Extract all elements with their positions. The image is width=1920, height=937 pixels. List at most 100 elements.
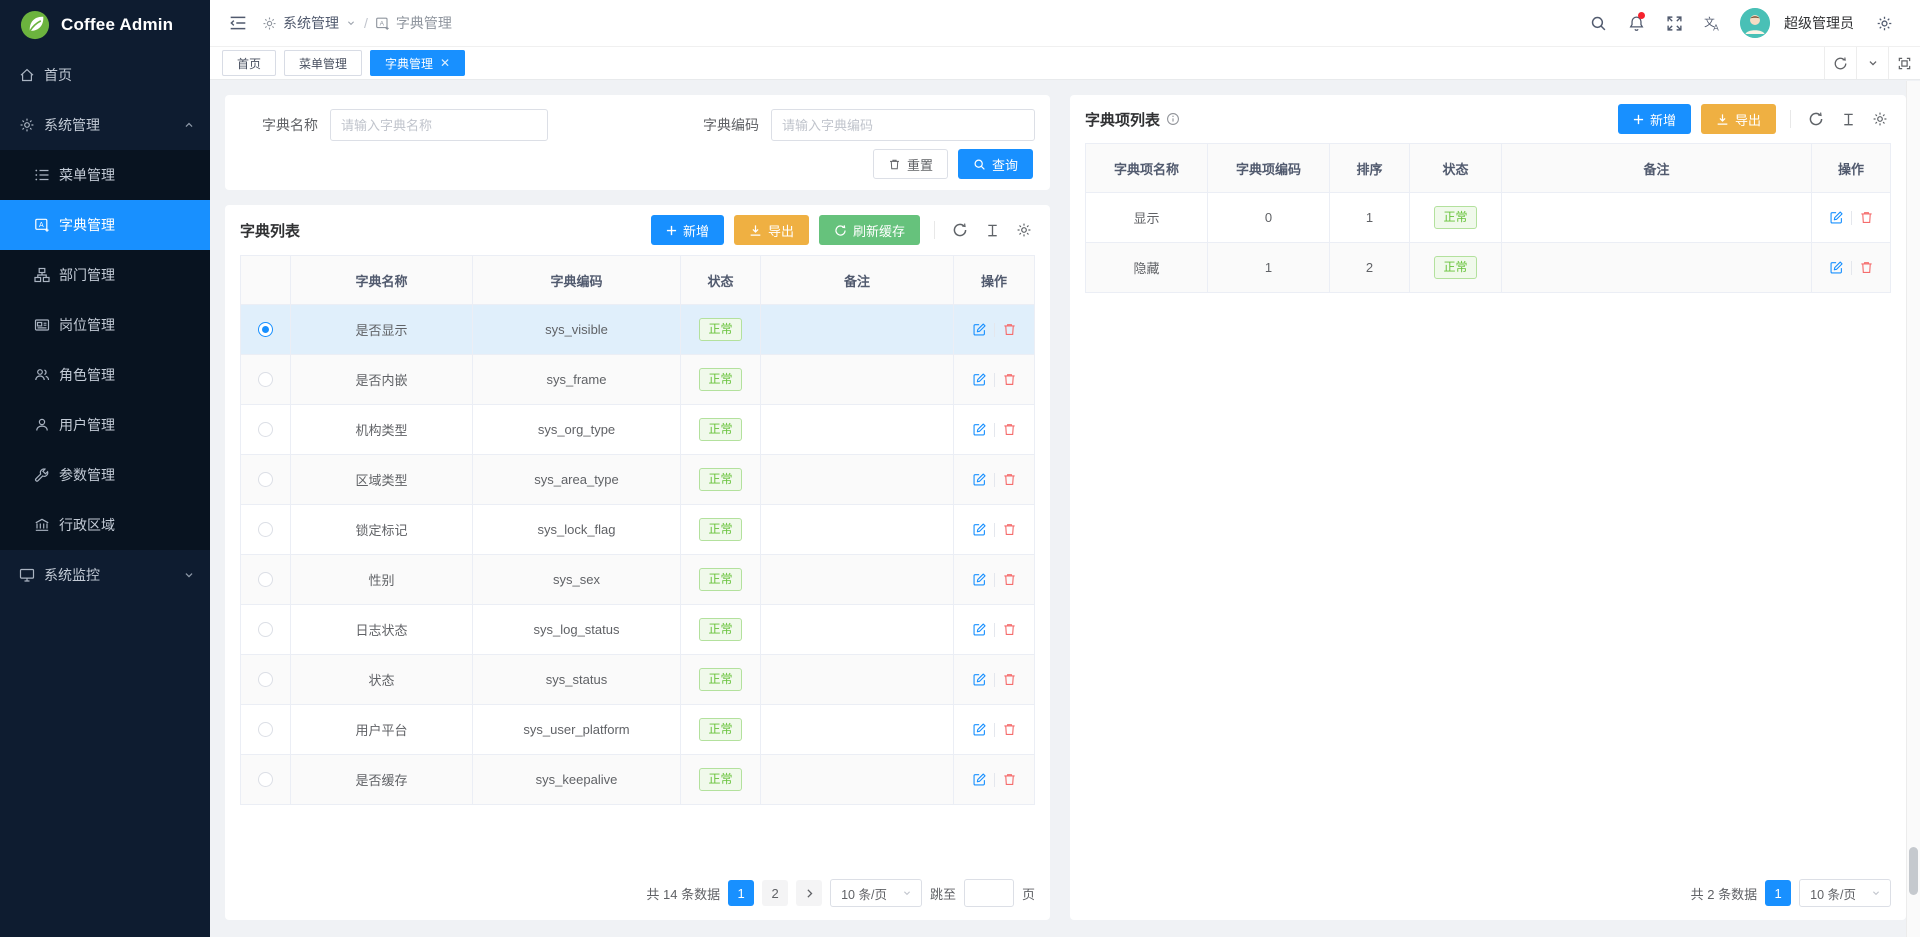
add-dict-item-button[interactable]: 新增 xyxy=(1618,104,1691,134)
row-radio[interactable] xyxy=(258,622,273,637)
tab-home[interactable]: 首页 xyxy=(222,50,276,76)
delete-row-button[interactable] xyxy=(1002,422,1017,437)
table-row[interactable]: 是否显示 sys_visible 正常 xyxy=(241,304,1034,354)
export-dict-button[interactable]: 导出 xyxy=(734,215,809,245)
dict-code-input[interactable] xyxy=(771,109,1035,141)
table-row[interactable]: 区域类型 sys_area_type 正常 xyxy=(241,454,1034,504)
edit-row-button[interactable] xyxy=(972,772,987,787)
breadcrumb-level1[interactable]: 系统管理 xyxy=(262,13,357,33)
row-radio[interactable] xyxy=(258,372,273,387)
sidebar-item-post-mgmt[interactable]: 岗位管理 xyxy=(0,300,210,350)
delete-row-button[interactable] xyxy=(1002,572,1017,587)
sidebar-item-dict-mgmt[interactable]: A 字典管理 xyxy=(0,200,210,250)
table-row[interactable]: 是否内嵌 sys_frame 正常 xyxy=(241,354,1034,404)
row-radio[interactable] xyxy=(258,772,273,787)
next-page-button[interactable] xyxy=(796,880,822,906)
svg-text:A: A xyxy=(1713,22,1719,32)
collapse-sidebar-button[interactable] xyxy=(224,9,252,37)
row-radio[interactable] xyxy=(258,322,273,337)
scrollbar-thumb[interactable] xyxy=(1909,847,1918,895)
table-row[interactable]: 用户平台 sys_user_platform 正常 xyxy=(241,704,1034,754)
dict-code-cell: sys_status xyxy=(473,655,681,704)
dict-name-input[interactable] xyxy=(330,109,548,141)
row-radio[interactable] xyxy=(258,472,273,487)
sidebar-item-menu-mgmt[interactable]: 菜单管理 xyxy=(0,150,210,200)
sidebar-item-region-mgmt[interactable]: 行政区域 xyxy=(0,500,210,550)
row-density-button[interactable] xyxy=(1837,108,1859,130)
delete-row-button[interactable] xyxy=(1002,722,1017,737)
query-button[interactable]: 查询 xyxy=(958,149,1033,179)
page-size-select[interactable]: 10 条/页 xyxy=(830,879,922,907)
delete-row-button[interactable] xyxy=(1002,322,1017,337)
edit-row-button[interactable] xyxy=(972,322,987,337)
edit-row-button[interactable] xyxy=(972,472,987,487)
edit-row-button[interactable] xyxy=(972,672,987,687)
maximize-content-button[interactable] xyxy=(1888,47,1920,79)
row-radio[interactable] xyxy=(258,572,273,587)
delete-row-button[interactable] xyxy=(1002,372,1017,387)
page-button-2[interactable]: 2 xyxy=(762,880,788,906)
edit-row-button[interactable] xyxy=(1829,210,1844,225)
sidebar-item-system[interactable]: 系统管理 xyxy=(0,100,210,150)
page-size-select[interactable]: 10 条/页 xyxy=(1799,879,1891,907)
delete-row-button[interactable] xyxy=(1002,522,1017,537)
fullscreen-button[interactable] xyxy=(1658,7,1690,39)
page-scrollbar[interactable] xyxy=(1906,81,1920,937)
sidebar-item-monitor[interactable]: 系统监控 xyxy=(0,550,210,600)
tab-dict-mgmt[interactable]: 字典管理 ✕ xyxy=(370,50,465,76)
avatar[interactable] xyxy=(1740,8,1770,38)
delete-row-button[interactable] xyxy=(1002,472,1017,487)
row-density-button[interactable] xyxy=(981,219,1003,241)
tab-options-dropdown[interactable] xyxy=(1856,47,1888,79)
table-row[interactable]: 日志状态 sys_log_status 正常 xyxy=(241,604,1034,654)
export-dict-item-button[interactable]: 导出 xyxy=(1701,104,1776,134)
sidebar-item-role-mgmt[interactable]: 角色管理 xyxy=(0,350,210,400)
remark-cell xyxy=(761,455,954,504)
page-button-1[interactable]: 1 xyxy=(728,880,754,906)
search-button[interactable] xyxy=(1582,7,1614,39)
edit-row-button[interactable] xyxy=(972,522,987,537)
reset-button[interactable]: 重置 xyxy=(873,149,948,179)
sidebar-item-dept-mgmt[interactable]: 部门管理 xyxy=(0,250,210,300)
current-user-name[interactable]: 超级管理员 xyxy=(1784,13,1854,33)
table-row[interactable]: 机构类型 sys_org_type 正常 xyxy=(241,404,1034,454)
edit-row-button[interactable] xyxy=(972,422,987,437)
delete-row-button[interactable] xyxy=(1859,260,1874,275)
column-settings-button[interactable] xyxy=(1869,108,1891,130)
table-row[interactable]: 性别 sys_sex 正常 xyxy=(241,554,1034,604)
edit-row-button[interactable] xyxy=(1829,260,1844,275)
edit-row-button[interactable] xyxy=(972,622,987,637)
sidebar-item-user-mgmt[interactable]: 用户管理 xyxy=(0,400,210,450)
translate-button[interactable]: 文A xyxy=(1696,7,1728,39)
refresh-cache-button[interactable]: 刷新缓存 xyxy=(819,215,920,245)
add-dict-button[interactable]: 新增 xyxy=(651,215,724,245)
refresh-page-button[interactable] xyxy=(1824,47,1856,79)
edit-row-button[interactable] xyxy=(972,572,987,587)
delete-row-button[interactable] xyxy=(1859,210,1874,225)
row-radio[interactable] xyxy=(258,672,273,687)
table-row[interactable]: 锁定标记 sys_lock_flag 正常 xyxy=(241,504,1034,554)
column-settings-button[interactable] xyxy=(1013,219,1035,241)
table-row[interactable]: 是否缓存 sys_keepalive 正常 xyxy=(241,754,1034,804)
notifications-button[interactable] xyxy=(1620,7,1652,39)
jump-to-page-input[interactable] xyxy=(964,879,1014,907)
delete-row-button[interactable] xyxy=(1002,772,1017,787)
page-button-1[interactable]: 1 xyxy=(1765,880,1791,906)
settings-button[interactable] xyxy=(1868,7,1900,39)
edit-row-button[interactable] xyxy=(972,372,987,387)
row-radio[interactable] xyxy=(258,522,273,537)
row-radio[interactable] xyxy=(258,722,273,737)
sidebar-item-param-mgmt[interactable]: 参数管理 xyxy=(0,450,210,500)
table-row[interactable]: 显示 0 1 正常 xyxy=(1086,192,1890,242)
delete-row-button[interactable] xyxy=(1002,622,1017,637)
refresh-table-button[interactable] xyxy=(949,219,971,241)
sidebar-item-home[interactable]: 首页 xyxy=(0,50,210,100)
table-row[interactable]: 隐藏 1 2 正常 xyxy=(1086,242,1890,292)
tab-menu-mgmt[interactable]: 菜单管理 xyxy=(284,50,362,76)
close-tab-icon[interactable]: ✕ xyxy=(440,57,450,69)
delete-row-button[interactable] xyxy=(1002,672,1017,687)
edit-row-button[interactable] xyxy=(972,722,987,737)
refresh-table-button[interactable] xyxy=(1805,108,1827,130)
row-radio[interactable] xyxy=(258,422,273,437)
table-row[interactable]: 状态 sys_status 正常 xyxy=(241,654,1034,704)
